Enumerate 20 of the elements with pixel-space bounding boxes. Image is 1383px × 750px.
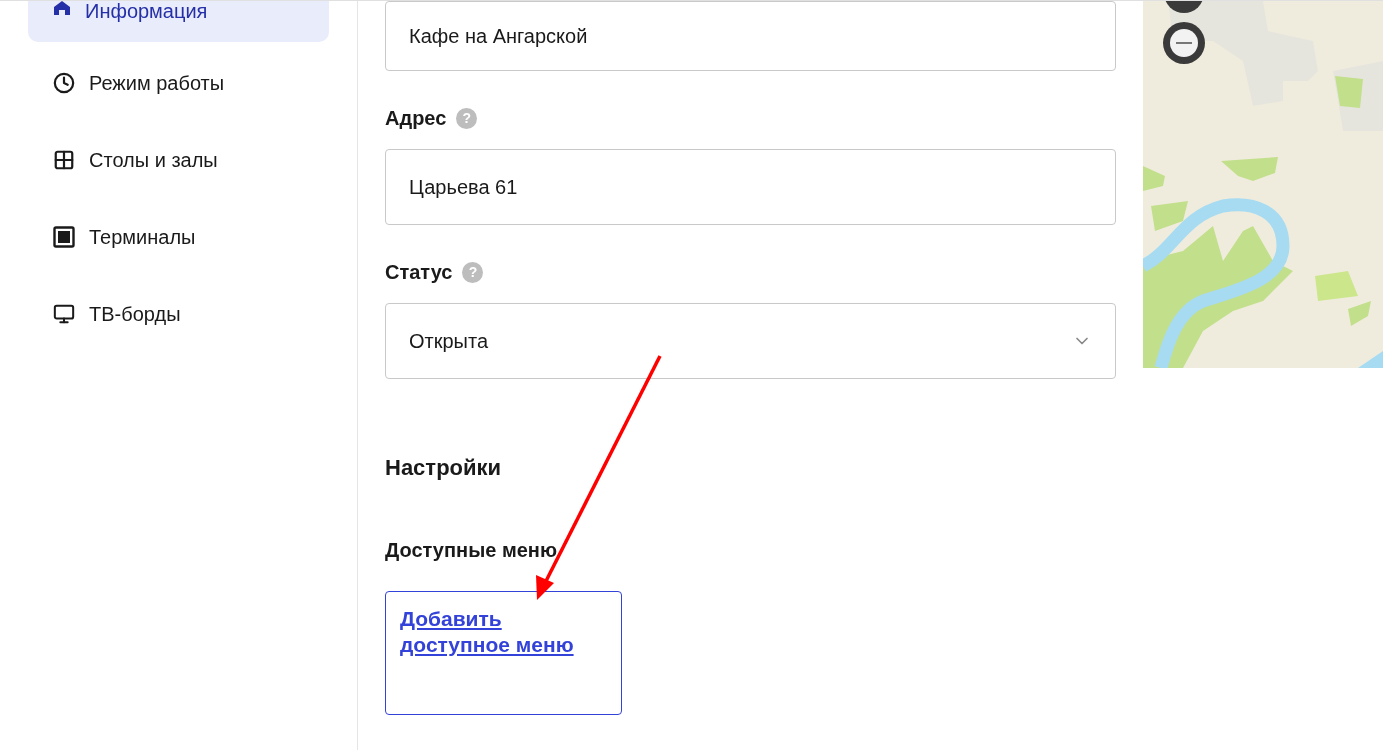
field-label: Статус [385, 260, 453, 285]
text-field[interactable]: Кафе на Ангарской [385, 1, 1116, 71]
sidebar-item[interactable]: ТВ-борды [28, 275, 329, 352]
field-label: Адрес [385, 106, 447, 131]
text-field[interactable]: Царьева 61 [385, 149, 1116, 225]
subsection-title: Доступные меню [385, 538, 558, 563]
grid-icon [53, 148, 75, 171]
house-icon [53, 1, 71, 15]
monitor-icon [53, 302, 75, 325]
sidebar-item[interactable]: Информация [28, 1, 329, 42]
map-drawing[interactable] [1143, 1, 1383, 368]
zoom-out-button [1163, 1, 1205, 64]
status-select[interactable]: Открыта [385, 303, 1116, 379]
terminal-icon [53, 225, 75, 248]
sidebar-item[interactable]: Терминалы [28, 198, 329, 275]
add-menu-link[interactable]: Добавить доступное меню [400, 606, 607, 658]
section-title: Настройки [385, 454, 503, 482]
sidebar-item[interactable]: Режим работы [28, 44, 329, 121]
clock-icon [53, 71, 75, 94]
sidebar-item[interactable]: Столы и залы [28, 121, 329, 198]
